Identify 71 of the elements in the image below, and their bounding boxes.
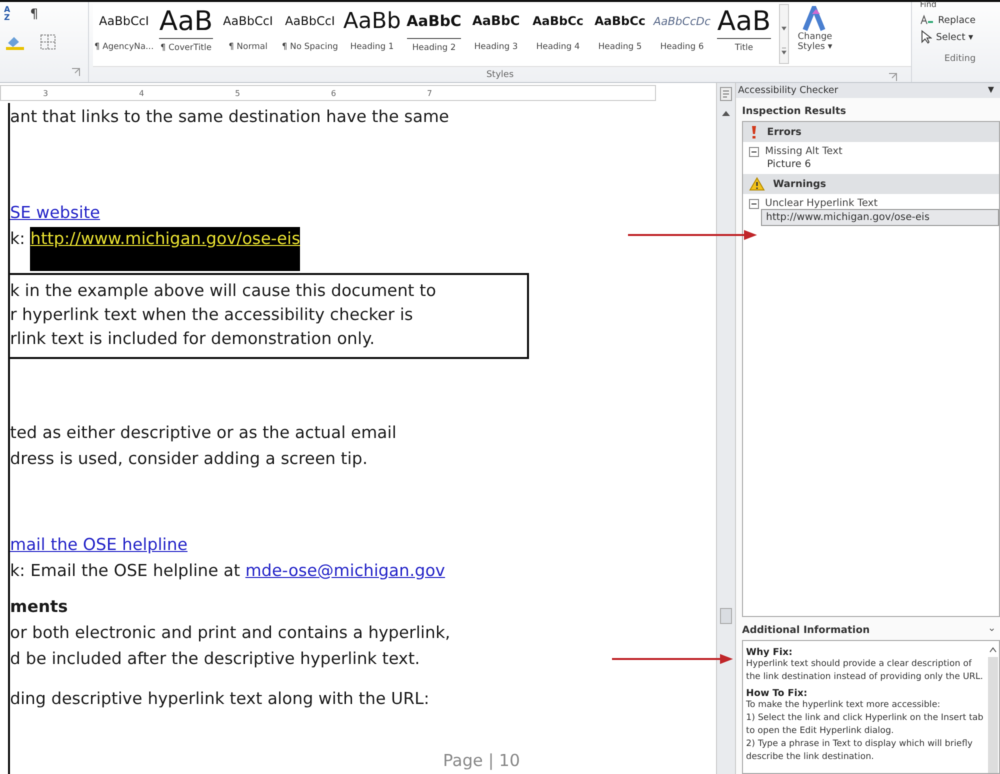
warning-icon [749,177,765,191]
style-gallery-item[interactable]: AaB ¶ CoverTitle [155,4,217,53]
page-number: Page | 10 [443,751,520,770]
body-text: dress is used, consider adding a screen tip. [10,448,368,470]
body-text: k: Email the OSE helpline at [10,560,242,582]
style-gallery-item[interactable]: AaBbCc Heading 4 [527,4,589,52]
info-text: To make the hyperlink text more accessible: [746,699,942,712]
issue-name[interactable]: Missing Alt Text [765,146,842,157]
shading-icon[interactable] [4,34,26,50]
info-heading: Additional Information [741,624,871,638]
info-text: 2) Type a phrase in Text to display which will briefly [746,738,974,751]
note-text: k in the example above will cause this document to [10,280,438,302]
body-text: ted as either descriptive or as the actual email [10,422,396,444]
select-button[interactable]: Select ▾ [920,30,1000,44]
results-heading: Inspection Results [741,105,848,119]
note-text: r hyperlink text when the accessibility checker is [10,304,414,326]
info-text: Hyperlink text should provide a clear description of the link destination instead of providing only the URL. [746,658,984,684]
body-text: ant that links to the same destination have the same [10,106,450,128]
ruler: 3 4 5 6 7 [0,85,656,101]
gallery-scroll-icon[interactable] [779,4,789,64]
hyperlink[interactable]: SE website [10,201,100,225]
group-label: Editing [943,54,977,64]
info-subheading: Why Fix: [746,647,794,658]
style-gallery-item[interactable]: AaBbCcI ¶ AgencyNa... [93,4,155,52]
note-text: rlink text is included for demonstration only. [10,328,376,350]
body-text: or both electronic and print and contains a hyperlink, [10,622,450,644]
highlighted-hyperlink[interactable]: http://www.michigan.gov/ose-eis [30,227,300,271]
exclamation-icon [749,125,759,139]
style-gallery-item[interactable]: AaBb Heading 1 [341,4,403,52]
replace-button[interactable]: Replace [920,14,1000,26]
scroll-up-icon[interactable] [721,109,731,117]
dialog-launcher-icon[interactable] [72,68,80,76]
issue-item[interactable]: http://www.michigan.gov/ose-eis [761,209,999,226]
cursor-icon [920,30,932,44]
style-gallery-item[interactable]: AaBbC Heading 2 [403,4,465,53]
style-gallery-item[interactable]: AaB Title [713,4,775,53]
body-text: ding descriptive hyperlink text along with the URL: [10,688,430,710]
info-subheading: How To Fix: [746,688,808,699]
info-text: describe the link destination. [746,751,875,764]
category-header: Warnings [743,174,999,194]
body-text: k: [10,228,26,250]
collapse-toggle[interactable]: ⌄ [988,623,1000,634]
scroll-up-icon[interactable] [989,647,997,653]
style-gallery-item[interactable]: AaBbC Heading 3 [465,4,527,52]
hyperlink[interactable]: mde-ose@michigan.gov [245,559,446,583]
body-text: d be included after the descriptive hyperlink text. [10,648,420,670]
style-gallery-item[interactable]: AaBbCcDc Heading 6 [651,4,713,52]
pane-menu-button[interactable]: ▼ [988,85,994,96]
find-button[interactable]: Find [920,2,1000,10]
style-gallery-item[interactable]: AaBbCc Heading 5 [589,4,651,52]
change-styles-button[interactable]: Change Styles ▾ [789,4,841,52]
scroll-thumb[interactable] [988,657,998,773]
issue-name[interactable]: Unclear Hyperlink Text [765,198,878,209]
borders-icon[interactable] [40,34,56,50]
section-heading: ments [10,596,68,618]
pane-title: Accessibility Checker [738,85,838,96]
show-marks-button[interactable]: ¶ [30,6,38,22]
group-label: Styles [486,70,514,80]
sort-button[interactable]: A Z [4,6,16,22]
collapse-icon[interactable] [749,198,759,208]
dialog-launcher-icon[interactable] [889,73,897,81]
scroll-thumb[interactable] [720,608,732,624]
category-header: Errors [743,122,999,142]
replace-icon [920,14,934,26]
pane-icon[interactable] [720,87,732,101]
style-gallery-item[interactable]: AaBbCcI ¶ No Spacing [279,4,341,52]
collapse-icon[interactable] [749,146,759,156]
hyperlink[interactable]: mail the OSE helpline [10,533,188,557]
info-text: 1) Select the link and click Hyperlink on the Insert tab to open the Edit Hyperlink dialog. [746,712,984,738]
style-gallery-item[interactable]: AaBbCcI ¶ Normal [217,4,279,52]
issue-item[interactable]: Picture 6 [743,157,999,174]
